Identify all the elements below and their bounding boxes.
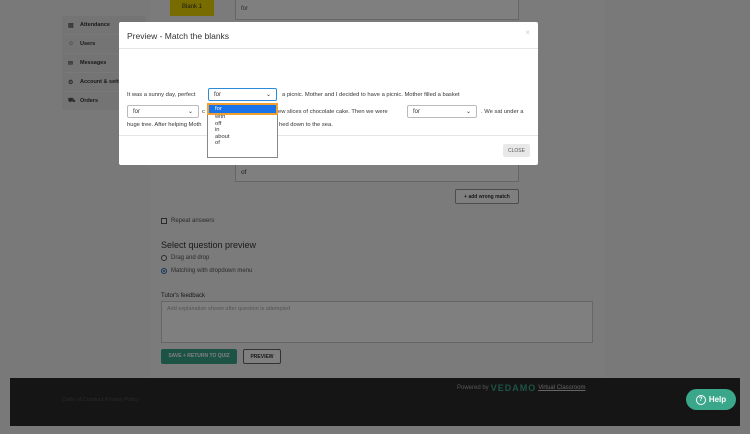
help-button[interactable]: ? Help [686,389,736,410]
close-icon[interactable]: × [525,28,530,37]
sentence-text: hed down to the sea. [279,122,333,128]
modal-title: Preview - Match the blanks [127,31,230,41]
dropdown-option[interactable]: for [207,103,278,115]
sentence-text: It was a sunny day, perfect [127,92,196,98]
sentence-text: c [202,109,205,115]
chevron-down-icon: ⌄ [187,109,193,115]
blank-dropdown-2[interactable]: for ⌄ [127,105,199,118]
sentence-text: ew slices of chocolate cake. Then we wer… [278,109,388,115]
chevron-down-icon: ⌄ [465,109,471,115]
help-label: Help [708,395,727,404]
sentence-text: a picnic. Mother and I decided to have a… [282,92,460,98]
blank-dropdown-3[interactable]: for ⌄ [407,105,477,118]
dropdown-value: for [413,109,421,115]
close-button[interactable]: CLOSE [503,144,530,157]
preview-modal: Preview - Match the blanks × It was a su… [119,22,538,165]
modal-header: Preview - Match the blanks × [119,22,538,49]
dropdown-option[interactable]: of [208,140,277,147]
question-icon: ? [695,394,706,405]
sentence-text: huge tree. After helping Moth [127,122,202,128]
blank-dropdown-1[interactable]: for ⌄ [208,88,277,101]
sentence-text: . We sat under a [481,109,524,115]
dropdown-options-list: for with off in about of [207,103,278,158]
modal-footer: CLOSE [119,135,538,165]
dropdown-value: for [133,109,141,115]
chevron-down-icon: ⌄ [265,92,271,98]
dropdown-value: for [214,92,222,98]
